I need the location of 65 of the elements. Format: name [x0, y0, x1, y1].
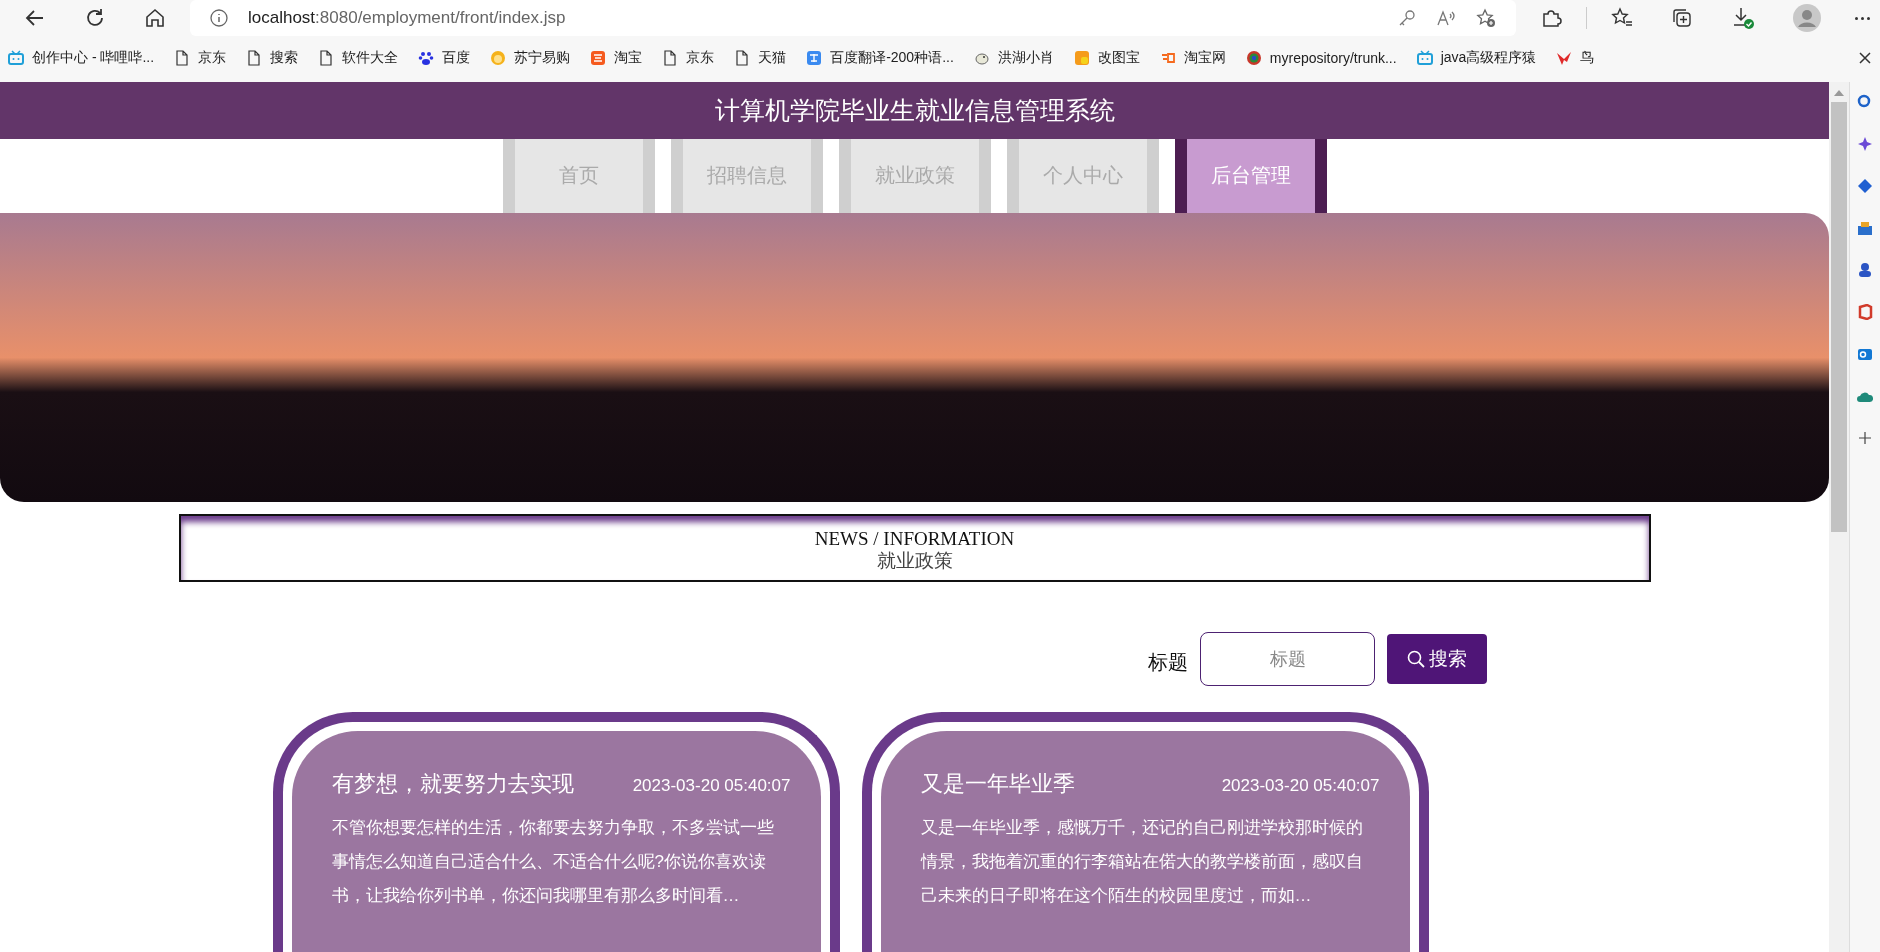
puzzle-icon[interactable]: [1540, 7, 1563, 29]
translate-icon: [806, 50, 823, 66]
bookmark-link[interactable]: 百度翻译-200种语...: [806, 49, 954, 67]
page-icon: [174, 50, 191, 66]
square-icon: [1073, 50, 1090, 66]
collections-icon[interactable]: [1671, 7, 1693, 29]
download-icon[interactable]: [1731, 6, 1755, 30]
bookmark-link[interactable]: 苏宁易购: [490, 49, 571, 67]
bookmark-link[interactable]: 洪湖小肖: [973, 49, 1054, 67]
card-title: 又是一年毕业季: [920, 770, 1075, 798]
profile-avatar-icon[interactable]: [1793, 4, 1821, 32]
key-icon[interactable]: [1398, 9, 1417, 27]
page-icon: [246, 50, 263, 66]
favorites-icon[interactable]: [1611, 7, 1633, 29]
bookmark-link[interactable]: myrepository/trunk...: [1245, 50, 1397, 66]
page-icon: [318, 50, 335, 66]
page-icon: [662, 50, 679, 66]
bookmark-link[interactable]: 改图宝: [1073, 49, 1140, 67]
add-icon[interactable]: [1857, 430, 1873, 446]
more-icon[interactable]: [1855, 16, 1870, 20]
bookmark-link[interactable]: 创作中心 - 哔哩哔...: [8, 49, 155, 67]
reload-icon[interactable]: [84, 7, 106, 29]
circle-icon: [1245, 50, 1262, 66]
diamond-icon[interactable]: [1857, 178, 1873, 194]
section-title: NEWS / INFORMATION: [813, 528, 1016, 551]
address-bar[interactable]: localhost:8080/employment/front/index.jsp: [190, 0, 1517, 36]
bookmark-link[interactable]: 京东: [662, 49, 715, 67]
news-card[interactable]: 有梦想，就要努力去实现 2023-03-20 05:40:07 不管你想要怎样的生活，你都要去努力争取，不多尝试一些事情怎么知道自己适合什么、不适合什么呢?你说你喜欢读书，让我给你列书单，你还问我哪里有那么多时间看…: [272, 712, 840, 952]
scrollbar-thumb[interactable]: [1831, 102, 1847, 532]
card-excerpt: 不管你想要怎样的生活，你都要去努力争取，不多尝试一些事情怎么知道自己适合什么、不适合什么呢?你说你喜欢读书，让我给你列书单，你还问我哪里有那么多时间看…: [331, 817, 775, 907]
search-button[interactable]: 搜索: [1387, 634, 1487, 684]
tv-icon: [8, 50, 24, 66]
page-icon: [734, 50, 751, 66]
home-icon[interactable]: [144, 7, 166, 29]
bookmark-link[interactable]: 淘宝: [590, 49, 643, 67]
site-title: 计算机学院毕业生就业信息管理系统: [714, 95, 1115, 126]
search-label: 标题: [1148, 649, 1188, 675]
scrollbar[interactable]: [1829, 82, 1849, 952]
bookmark-link[interactable]: 软件大全: [318, 49, 399, 67]
section-subtitle: 就业政策: [875, 550, 954, 573]
bookmark-link[interactable]: 天猫: [734, 49, 787, 67]
news-card[interactable]: 又是一年毕业季 2023-03-20 05:40:07 又是一年毕业季，感慨万千，还记的自己刚进学校那时候的情景，我拖着沉重的行李箱站在偌大的教学楼前面，感叹自己未来的日子即将在这个陌生的校园里度过，而如…: [861, 712, 1429, 952]
card-date: 2023-03-20 05:40:07: [1221, 776, 1380, 796]
people-icon[interactable]: [1857, 262, 1873, 278]
toolbox-icon[interactable]: [1857, 220, 1873, 236]
sparkle-icon[interactable]: [1857, 136, 1873, 152]
card-excerpt: 又是一年毕业季，感慨万千，还记的自己刚进学校那时候的情景，我拖着沉重的行李箱站在偌大的教学楼前面，感叹自己未来的日子即将在这个陌生的校园里度过，而如…: [920, 817, 1364, 907]
bookmark-link[interactable]: 淘宝网: [1159, 49, 1226, 67]
search-icon: [1407, 650, 1425, 668]
bookmark-link[interactable]: java高级程序猿: [1416, 49, 1537, 67]
star-add-icon[interactable]: [1476, 8, 1497, 28]
info-icon[interactable]: [210, 9, 228, 27]
close-icon[interactable]: [1858, 51, 1872, 65]
title-search-field[interactable]: 标题: [1200, 632, 1375, 686]
read-aloud-icon[interactable]: [1436, 9, 1457, 27]
card-title: 有梦想，就要努力去实现: [331, 770, 574, 798]
bookmark-link[interactable]: 京东: [174, 49, 227, 67]
tv-icon: [1416, 50, 1433, 66]
bookmark-link[interactable]: 百度: [418, 49, 471, 67]
card-date: 2023-03-20 05:40:07: [632, 776, 791, 796]
bookmark-link[interactable]: 鸟: [1556, 49, 1595, 67]
search-icon[interactable]: [1857, 94, 1873, 110]
paw-icon: [418, 50, 435, 66]
url-text: localhost:8080/employment/front/index.jsp: [248, 8, 566, 28]
bookmark-link[interactable]: 搜索: [246, 49, 299, 67]
